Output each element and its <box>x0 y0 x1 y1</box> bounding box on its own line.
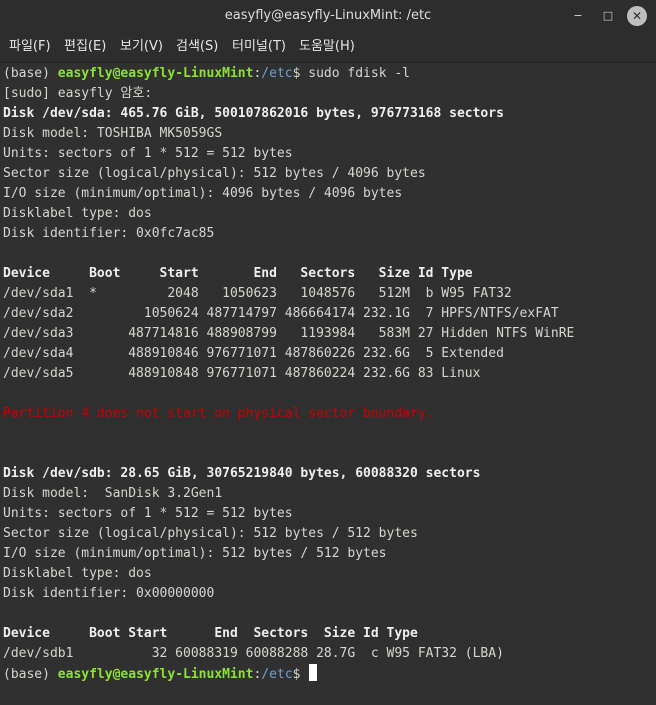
table-header: Device Boot Start End Sectors Size Id Ty… <box>3 266 473 281</box>
terminal-output[interactable]: (base) easyfly@easyfly-LinuxMint:/etc$ s… <box>0 63 656 705</box>
prompt-dollar: $ <box>292 667 309 682</box>
menu-help[interactable]: 도움말(H) <box>299 32 355 62</box>
output-line: Disk model: SanDisk 3.2Gen1 <box>3 486 223 501</box>
table-header: Device Boot Start End Sectors Size Id Ty… <box>3 626 418 641</box>
command-text: sudo fdisk -l <box>308 66 411 81</box>
minimize-icon[interactable]: ‒ <box>568 6 588 26</box>
table-row: /dev/sda4 488910846 976771071 487860226 … <box>3 346 504 361</box>
output-line: Disklabel type: dos <box>3 566 152 581</box>
output-line: [sudo] easyfly 암호: <box>3 86 153 101</box>
prompt-env: (base) <box>3 66 58 81</box>
prompt-line: (base) easyfly@easyfly-LinuxMint:/etc$ <box>3 664 318 684</box>
prompt-userhost: easyfly@easyfly-LinuxMint <box>57 667 254 682</box>
prompt-env: (base) <box>3 667 58 682</box>
prompt-dollar: $ <box>292 66 309 81</box>
prompt-userhost: easyfly@easyfly-LinuxMint <box>57 66 254 81</box>
output-line: Disk /dev/sdb: 28.65 GiB, 30765219840 by… <box>3 466 481 481</box>
output-line: Disk identifier: 0x0fc7ac85 <box>3 226 215 241</box>
output-line: I/O size (minimum/optimal): 4096 bytes /… <box>3 186 403 201</box>
menu-file[interactable]: 파일(F) <box>9 32 51 62</box>
output-line: Disklabel type: dos <box>3 206 152 221</box>
text-cursor <box>309 664 318 681</box>
table-row: /dev/sda2 1050624 487714797 486664174 23… <box>3 306 559 321</box>
table-row: /dev/sda3 487714816 488908799 1193984 58… <box>3 326 575 341</box>
prompt-path: /etc <box>261 66 293 81</box>
warning-message: Partition 4 does not start on physical s… <box>3 406 434 421</box>
output-line: Sector size (logical/physical): 512 byte… <box>3 166 426 181</box>
menu-search[interactable]: 검색(S) <box>176 32 218 62</box>
title-bar[interactable]: easyfly@easyfly-LinuxMint: /etc ‒ □ ✕ <box>0 0 656 32</box>
output-line: I/O size (minimum/optimal): 512 bytes / … <box>3 546 387 561</box>
table-row: /dev/sda1 * 2048 1050623 1048576 512M b … <box>3 286 512 301</box>
prompt-line: (base) easyfly@easyfly-LinuxMint:/etc$ s… <box>3 64 410 84</box>
close-icon[interactable]: ✕ <box>627 6 647 26</box>
output-line: Disk /dev/sda: 465.76 GiB, 500107862016 … <box>3 106 504 121</box>
output-line: Disk model: TOSHIBA MK5059GS <box>3 126 223 141</box>
menu-view[interactable]: 보기(V) <box>120 32 163 62</box>
menu-edit[interactable]: 편집(E) <box>64 32 106 62</box>
output-line: Disk identifier: 0x00000000 <box>3 586 215 601</box>
output-line: Units: sectors of 1 * 512 = 512 bytes <box>3 146 293 161</box>
terminal-window: easyfly@easyfly-LinuxMint: /etc ‒ □ ✕ 파일… <box>0 0 656 705</box>
maximize-icon[interactable]: □ <box>598 6 618 26</box>
prompt-path: /etc <box>261 667 293 682</box>
table-row: /dev/sda5 488910848 976771071 487860224 … <box>3 366 481 381</box>
output-line: Sector size (logical/physical): 512 byte… <box>3 526 418 541</box>
menu-bar: 파일(F) 편집(E) 보기(V) 검색(S) 터미널(T) 도움말(H) <box>0 32 656 63</box>
table-row: /dev/sdb1 32 60088319 60088288 28.7G c W… <box>3 646 504 661</box>
output-line: Units: sectors of 1 * 512 = 512 bytes <box>3 506 293 521</box>
window-title: easyfly@easyfly-LinuxMint: /etc <box>224 8 432 23</box>
menu-terminal[interactable]: 터미널(T) <box>232 32 286 62</box>
